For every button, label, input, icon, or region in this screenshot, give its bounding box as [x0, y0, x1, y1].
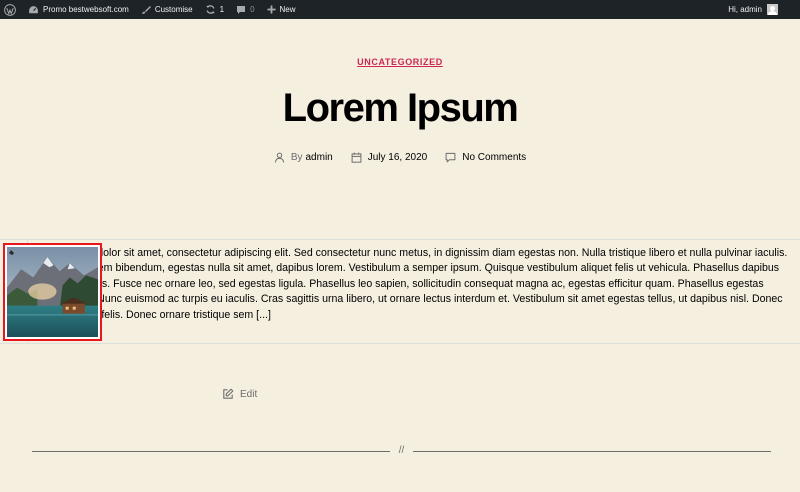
post-category: UNCATEGORIZED — [0, 57, 800, 67]
post-excerpt: Lorem ipsum dolor sit amet, consectetur … — [0, 239, 800, 344]
wordpress-logo-menu[interactable] — [0, 0, 22, 19]
user-icon — [274, 152, 284, 163]
customise-link[interactable]: Customise — [135, 0, 199, 19]
excerpt-text: Lorem ipsum dolor sit amet, consectetur … — [33, 247, 788, 321]
plus-icon — [266, 5, 276, 14]
avatar — [767, 4, 778, 15]
account-menu[interactable]: Hi, admin — [728, 0, 800, 19]
category-link[interactable]: UNCATEGORIZED — [357, 57, 443, 67]
updates-link[interactable]: 1 — [199, 0, 230, 19]
date-link[interactable]: July 16, 2020 — [368, 152, 428, 163]
post-date: July 16, 2020 — [351, 152, 428, 163]
comments-count: 0 — [250, 5, 255, 14]
post-comments: No Comments — [445, 152, 526, 163]
edit-label: Edit — [240, 388, 258, 400]
comment-bubble-icon — [237, 5, 246, 14]
new-label: New — [279, 5, 296, 14]
separator-line-left — [32, 451, 390, 452]
updates-count: 1 — [219, 5, 225, 14]
post-thumbnail[interactable] — [3, 243, 102, 341]
customise-label: Customise — [154, 5, 193, 14]
author-prefix: By — [290, 152, 303, 163]
calendar-icon — [351, 152, 362, 163]
home-gauge-icon — [29, 5, 38, 13]
new-content-menu[interactable]: New — [261, 0, 302, 19]
page-title: Lorem Ipsum — [282, 86, 519, 130]
edit-icon — [223, 388, 234, 399]
separator-line-right — [413, 451, 771, 452]
comment-icon — [445, 152, 456, 163]
comments-link[interactable]: 0 — [230, 0, 260, 19]
section-separator: // — [32, 445, 771, 457]
post-author: By admin — [274, 152, 333, 163]
wordpress-icon — [4, 3, 16, 16]
site-name-label: Promo bestwebsoft.com — [43, 5, 129, 14]
site-name-menu[interactable]: Promo bestwebsoft.com — [22, 0, 135, 19]
comments-link-meta[interactable]: No Comments — [462, 152, 526, 163]
mountain-lake-image — [7, 247, 98, 337]
separator-slashes: // — [398, 445, 405, 456]
greeting-label: Hi, admin — [728, 5, 762, 14]
updates-icon — [205, 5, 215, 14]
thumbnail-cell — [0, 240, 102, 343]
brush-icon — [141, 5, 151, 14]
admin-bar: Promo bestwebsoft.com Customise 1 0 New … — [0, 0, 800, 19]
post-meta: By admin July 16, 2020 No Comments — [0, 152, 800, 163]
edit-link[interactable]: Edit — [222, 388, 257, 400]
author-link[interactable]: admin — [306, 152, 333, 163]
